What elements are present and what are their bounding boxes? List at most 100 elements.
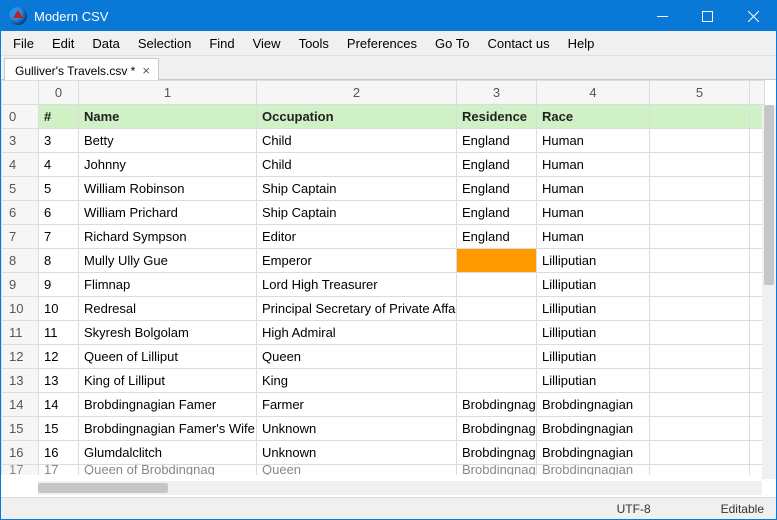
cell[interactable]: Human bbox=[537, 225, 650, 249]
cell[interactable]: King bbox=[257, 369, 457, 393]
row-header[interactable]: 5 bbox=[2, 177, 39, 201]
cell[interactable] bbox=[650, 201, 750, 225]
cell[interactable]: 9 bbox=[39, 273, 79, 297]
cell[interactable]: 6 bbox=[39, 201, 79, 225]
cell[interactable] bbox=[650, 441, 750, 465]
cell[interactable]: Lord High Treasurer bbox=[257, 273, 457, 297]
menu-view[interactable]: View bbox=[244, 33, 290, 54]
horizontal-scrollbar[interactable] bbox=[38, 481, 762, 495]
cell[interactable]: Human bbox=[537, 177, 650, 201]
cell[interactable]: Lilliputian bbox=[537, 249, 650, 273]
menu-find[interactable]: Find bbox=[200, 33, 243, 54]
cell[interactable]: England bbox=[457, 225, 537, 249]
cell[interactable] bbox=[457, 297, 537, 321]
menu-go-to[interactable]: Go To bbox=[426, 33, 478, 54]
cell[interactable]: 12 bbox=[39, 345, 79, 369]
menu-preferences[interactable]: Preferences bbox=[338, 33, 426, 54]
cell[interactable] bbox=[650, 249, 750, 273]
cell[interactable]: Lilliputian bbox=[537, 369, 650, 393]
vertical-scrollbar-thumb[interactable] bbox=[764, 105, 774, 285]
cell[interactable]: Redresal bbox=[79, 297, 257, 321]
row-header[interactable]: 11 bbox=[2, 321, 39, 345]
col-header-2[interactable]: 2 bbox=[257, 81, 457, 105]
cell[interactable]: Queen of Brobdingnag bbox=[79, 465, 257, 475]
cell[interactable]: Glumdalclitch bbox=[79, 441, 257, 465]
cell[interactable] bbox=[650, 321, 750, 345]
cell[interactable]: 8 bbox=[39, 249, 79, 273]
cell[interactable]: Emperor bbox=[257, 249, 457, 273]
cell[interactable]: Principal Secretary of Private Affairs bbox=[257, 297, 457, 321]
col-header-5[interactable]: 5 bbox=[650, 81, 750, 105]
cell[interactable]: Brobdingnag bbox=[457, 417, 537, 441]
cell[interactable]: Ship Captain bbox=[257, 201, 457, 225]
cell[interactable]: Flimnap bbox=[79, 273, 257, 297]
cell[interactable] bbox=[650, 417, 750, 441]
cell[interactable]: Brobdingnagian Famer bbox=[79, 393, 257, 417]
data-grid[interactable]: 0123450#NameOccupationResidenceRace33Bet… bbox=[1, 80, 765, 475]
row-header[interactable]: 4 bbox=[2, 153, 39, 177]
cell[interactable]: England bbox=[457, 177, 537, 201]
menu-contact-us[interactable]: Contact us bbox=[478, 33, 558, 54]
cell[interactable]: Skyresh Bolgolam bbox=[79, 321, 257, 345]
cell[interactable]: Child bbox=[257, 153, 457, 177]
row-header-0[interactable]: 0 bbox=[2, 105, 39, 129]
cell[interactable]: Human bbox=[537, 129, 650, 153]
cell[interactable]: 17 bbox=[39, 465, 79, 475]
header-cell-2[interactable]: Occupation bbox=[257, 105, 457, 129]
header-cell-0[interactable]: # bbox=[39, 105, 79, 129]
cell[interactable]: Brobdingnagian bbox=[537, 441, 650, 465]
cell[interactable]: Brobdingnagian bbox=[537, 417, 650, 441]
cell[interactable]: Queen bbox=[257, 345, 457, 369]
cell[interactable]: Human bbox=[537, 153, 650, 177]
row-header[interactable]: 17 bbox=[2, 465, 39, 475]
cell[interactable]: 14 bbox=[39, 393, 79, 417]
cell[interactable]: Farmer bbox=[257, 393, 457, 417]
minimize-button[interactable] bbox=[640, 1, 685, 31]
row-header[interactable]: 12 bbox=[2, 345, 39, 369]
cell[interactable]: Unknown bbox=[257, 417, 457, 441]
row-header[interactable]: 3 bbox=[2, 129, 39, 153]
cell[interactable]: Editor bbox=[257, 225, 457, 249]
cell[interactable]: Lilliputian bbox=[537, 321, 650, 345]
cell[interactable]: 10 bbox=[39, 297, 79, 321]
cell[interactable]: 5 bbox=[39, 177, 79, 201]
cell[interactable]: Lilliputian bbox=[537, 273, 650, 297]
cell[interactable]: Ship Captain bbox=[257, 177, 457, 201]
cell[interactable]: Unknown bbox=[257, 441, 457, 465]
menu-file[interactable]: File bbox=[4, 33, 43, 54]
vertical-scrollbar[interactable] bbox=[762, 105, 776, 479]
menu-data[interactable]: Data bbox=[83, 33, 128, 54]
cell[interactable]: 11 bbox=[39, 321, 79, 345]
cell[interactable] bbox=[457, 249, 537, 273]
cell[interactable] bbox=[457, 369, 537, 393]
cell[interactable]: Johnny bbox=[79, 153, 257, 177]
col-header-3[interactable]: 3 bbox=[457, 81, 537, 105]
row-header[interactable]: 13 bbox=[2, 369, 39, 393]
cell[interactable]: High Admiral bbox=[257, 321, 457, 345]
row-header[interactable]: 16 bbox=[2, 441, 39, 465]
cell[interactable]: 13 bbox=[39, 369, 79, 393]
cell[interactable] bbox=[650, 129, 750, 153]
cell[interactable]: Brobdingnag bbox=[457, 465, 537, 475]
cell[interactable] bbox=[650, 225, 750, 249]
cell[interactable]: Betty bbox=[79, 129, 257, 153]
cell[interactable]: 4 bbox=[39, 153, 79, 177]
cell[interactable] bbox=[650, 369, 750, 393]
corner-cell[interactable] bbox=[2, 81, 39, 105]
cell[interactable]: 15 bbox=[39, 417, 79, 441]
cell[interactable]: Lilliputian bbox=[537, 345, 650, 369]
titlebar[interactable]: Modern CSV bbox=[1, 1, 776, 31]
cell[interactable]: Richard Sympson bbox=[79, 225, 257, 249]
cell[interactable] bbox=[650, 345, 750, 369]
cell[interactable]: 16 bbox=[39, 441, 79, 465]
cell[interactable]: 7 bbox=[39, 225, 79, 249]
close-tab-icon[interactable]: × bbox=[142, 64, 150, 77]
menu-edit[interactable]: Edit bbox=[43, 33, 83, 54]
row-header[interactable]: 10 bbox=[2, 297, 39, 321]
cell[interactable] bbox=[650, 393, 750, 417]
col-header-extra[interactable] bbox=[750, 81, 765, 105]
row-header[interactable]: 7 bbox=[2, 225, 39, 249]
cell[interactable]: Queen of Lilliput bbox=[79, 345, 257, 369]
row-header[interactable]: 6 bbox=[2, 201, 39, 225]
cell[interactable]: William Robinson bbox=[79, 177, 257, 201]
